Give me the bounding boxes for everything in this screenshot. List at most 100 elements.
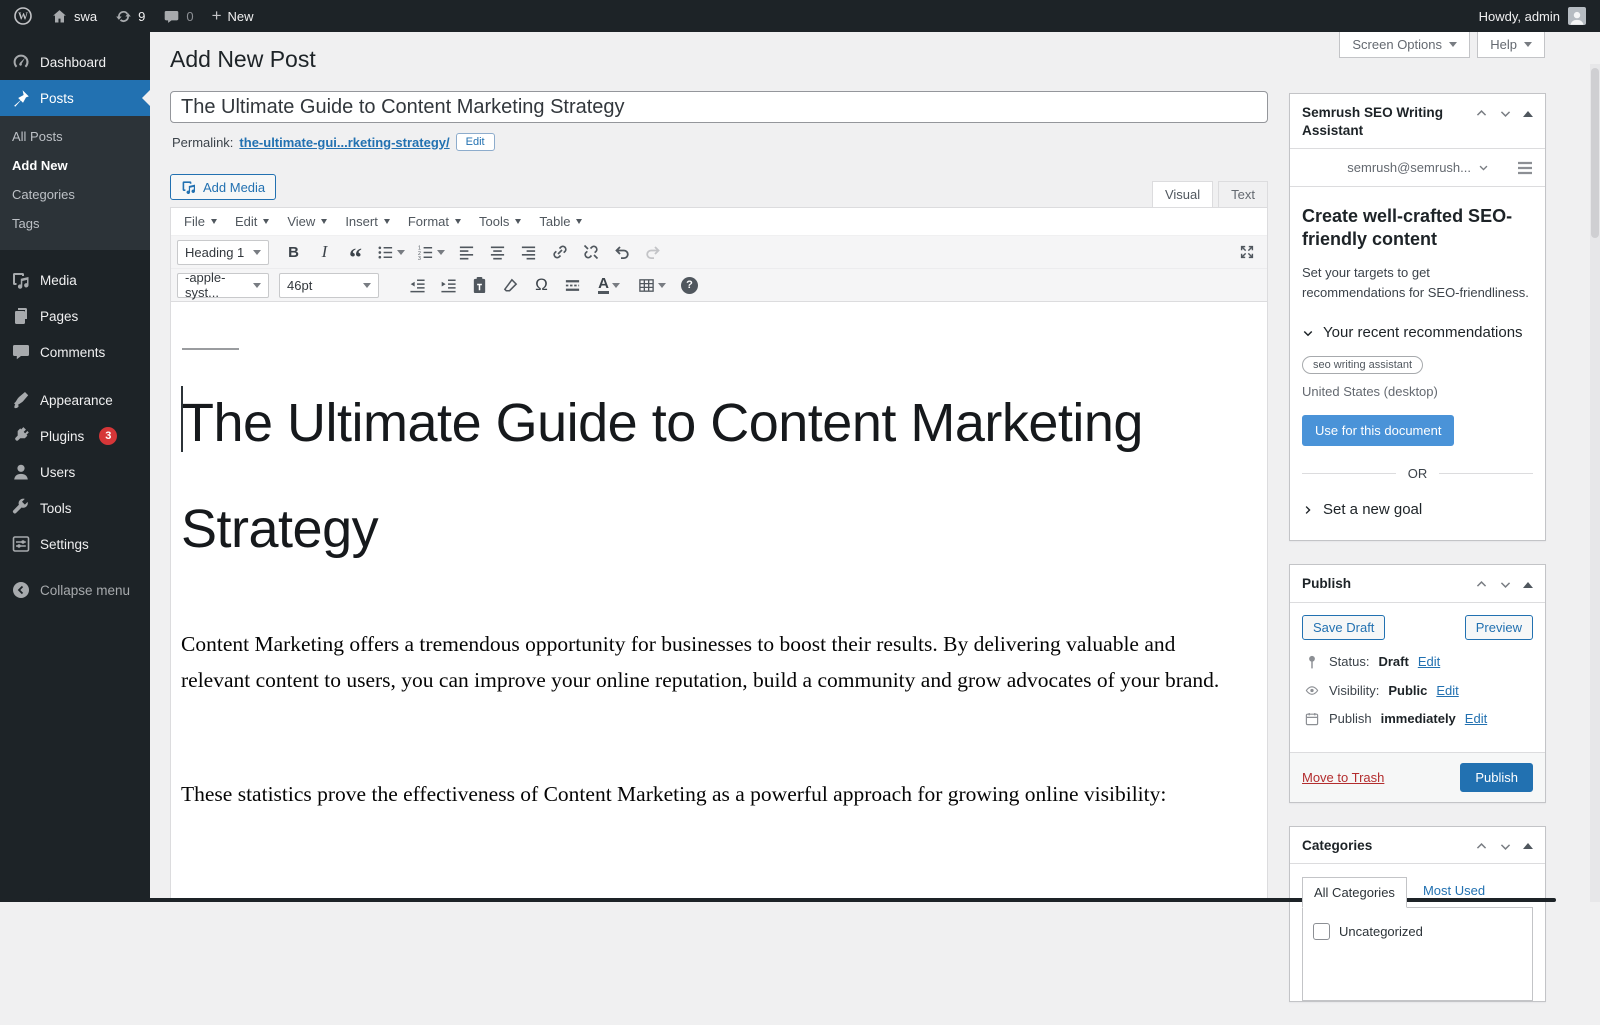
outdent-button[interactable] (403, 272, 432, 299)
italic-button[interactable]: I (310, 239, 339, 266)
sidebar-item-pages[interactable]: Pages (0, 298, 150, 334)
table-button[interactable] (631, 272, 673, 299)
sidebar-label-pages: Pages (40, 308, 79, 324)
sidebar-item-appearance[interactable]: Appearance (0, 382, 150, 418)
align-center-button[interactable] (483, 239, 512, 266)
uncategorized-checkbox[interactable] (1313, 923, 1330, 941)
align-right-button[interactable] (514, 239, 543, 266)
move-up-icon[interactable] (1475, 578, 1488, 591)
special-character-button[interactable]: Ω (527, 272, 556, 299)
document-heading[interactable]: The Ultimate Guide to Content Marketing … (181, 370, 1243, 582)
numbered-list-button[interactable]: 123 (412, 239, 450, 266)
categories-panel-title[interactable]: Categories (1302, 837, 1469, 855)
insert-link-button[interactable] (545, 239, 574, 266)
menu-table[interactable]: Table (530, 208, 591, 235)
document-paragraph-1[interactable]: Content Marketing offers a tremendous op… (181, 626, 1243, 698)
sidebar-item-comments[interactable]: Comments (0, 334, 150, 370)
keyword-pill: seo writing assistant (1302, 356, 1424, 375)
use-for-document-button[interactable]: Use for this document (1302, 415, 1455, 447)
semrush-account-select[interactable]: semrush@semrush... (1347, 160, 1489, 175)
sidebar-item-posts[interactable]: Posts (0, 80, 150, 116)
howdy-greeting[interactable]: Howdy, admin (1479, 9, 1560, 24)
publish-panel-title[interactable]: Publish (1302, 575, 1469, 593)
tab-text[interactable]: Text (1218, 181, 1268, 207)
semrush-menu-button[interactable] (1517, 161, 1533, 175)
menu-insert[interactable]: Insert (336, 208, 399, 235)
semrush-panel-title[interactable]: Semrush SEO Writing Assistant (1302, 104, 1469, 139)
remove-link-button[interactable] (576, 239, 605, 266)
menu-edit[interactable]: Edit (226, 208, 278, 235)
edit-visibility-link[interactable]: Edit (1436, 683, 1458, 698)
sidebar-label-appearance: Appearance (40, 392, 113, 408)
sidebar-collapse-menu[interactable]: Collapse menu (0, 572, 150, 608)
read-more-button[interactable] (558, 272, 587, 299)
sidebar-item-dashboard[interactable]: Dashboard (0, 44, 150, 80)
permalink-link[interactable]: the-ultimate-gui...rketing-strategy/ (239, 135, 449, 150)
move-down-icon[interactable] (1499, 107, 1512, 120)
blockquote-button[interactable]: “ (341, 239, 370, 271)
move-down-icon[interactable] (1499, 578, 1512, 591)
help-button[interactable]: Help (1477, 32, 1545, 58)
recent-recommendations-toggle[interactable]: Your recent recommendations (1302, 324, 1533, 341)
editor-canvas[interactable]: The Ultimate Guide to Content Marketing … (171, 302, 1267, 812)
comments-menu[interactable]: 0 (154, 0, 202, 32)
collapse-panel-icon[interactable] (1523, 581, 1533, 588)
status-label: Status: (1329, 654, 1370, 670)
save-draft-button[interactable]: Save Draft (1302, 614, 1386, 640)
sidebar-item-categories[interactable]: Categories (0, 180, 150, 209)
tab-visual[interactable]: Visual (1151, 181, 1214, 207)
sidebar-item-media[interactable]: Media (0, 262, 150, 298)
tab-all-categories[interactable]: All Categories (1302, 877, 1407, 909)
edit-status-link[interactable]: Edit (1418, 654, 1440, 669)
page-scrollbar[interactable] (1590, 64, 1600, 902)
move-to-trash-link[interactable]: Move to Trash (1302, 770, 1384, 785)
sidebar-item-add-new[interactable]: Add New (0, 151, 150, 180)
collapse-panel-icon[interactable] (1523, 110, 1533, 117)
menu-tools[interactable]: Tools (470, 208, 530, 235)
post-title-input[interactable] (170, 91, 1268, 123)
sidebar-item-plugins[interactable]: Plugins 3 (0, 418, 150, 454)
chevron-down-icon (263, 219, 270, 224)
font-family-select[interactable]: -apple-syst... (177, 270, 269, 300)
help-toolbar-button[interactable]: ? (675, 272, 704, 299)
bullet-list-button[interactable] (372, 239, 410, 266)
menu-view[interactable]: View (278, 208, 336, 235)
sidebar-item-all-posts[interactable]: All Posts (0, 122, 150, 151)
text-color-button[interactable]: A (589, 272, 629, 299)
screen-options-button[interactable]: Screen Options (1339, 32, 1470, 58)
chevron-right-icon (1305, 505, 1311, 514)
menu-format[interactable]: Format (399, 208, 470, 235)
sidebar-item-tags[interactable]: Tags (0, 209, 150, 238)
sidebar-item-settings[interactable]: Settings (0, 526, 150, 562)
new-content-menu[interactable]: + New (203, 0, 263, 32)
clear-formatting-button[interactable] (496, 272, 525, 299)
fullscreen-button[interactable] (1232, 239, 1261, 266)
align-left-button[interactable] (452, 239, 481, 266)
site-menu[interactable]: swa (42, 0, 106, 32)
menu-file[interactable]: File (175, 208, 226, 235)
collapse-panel-icon[interactable] (1523, 843, 1533, 850)
move-up-icon[interactable] (1475, 840, 1488, 853)
move-down-icon[interactable] (1499, 840, 1512, 853)
paste-as-text-button[interactable] (465, 272, 494, 299)
wordpress-logo-menu[interactable]: W (4, 0, 42, 32)
bold-button[interactable]: B (279, 239, 308, 266)
sidebar-item-tools[interactable]: Tools (0, 490, 150, 526)
undo-button[interactable] (607, 239, 636, 266)
publish-button[interactable]: Publish (1460, 762, 1533, 792)
sidebar-item-users[interactable]: Users (0, 454, 150, 490)
move-up-icon[interactable] (1475, 107, 1488, 120)
user-avatar[interactable] (1568, 7, 1586, 25)
permalink-edit-button[interactable]: Edit (455, 133, 495, 151)
updates-menu[interactable]: 9 (106, 0, 154, 32)
scrollbar-thumb[interactable] (1591, 68, 1599, 238)
set-new-goal-toggle[interactable]: Set a new goal (1302, 501, 1533, 518)
indent-button[interactable] (434, 272, 463, 299)
format-select[interactable]: Heading 1 (177, 239, 269, 265)
preview-button[interactable]: Preview (1464, 614, 1533, 640)
font-size-select[interactable]: 46pt (279, 272, 379, 298)
redo-button[interactable] (638, 239, 667, 266)
tab-most-used[interactable]: Most Used (1423, 883, 1485, 898)
edit-schedule-link[interactable]: Edit (1465, 711, 1487, 726)
document-paragraph-2[interactable]: These statistics prove the effectiveness… (181, 776, 1243, 812)
